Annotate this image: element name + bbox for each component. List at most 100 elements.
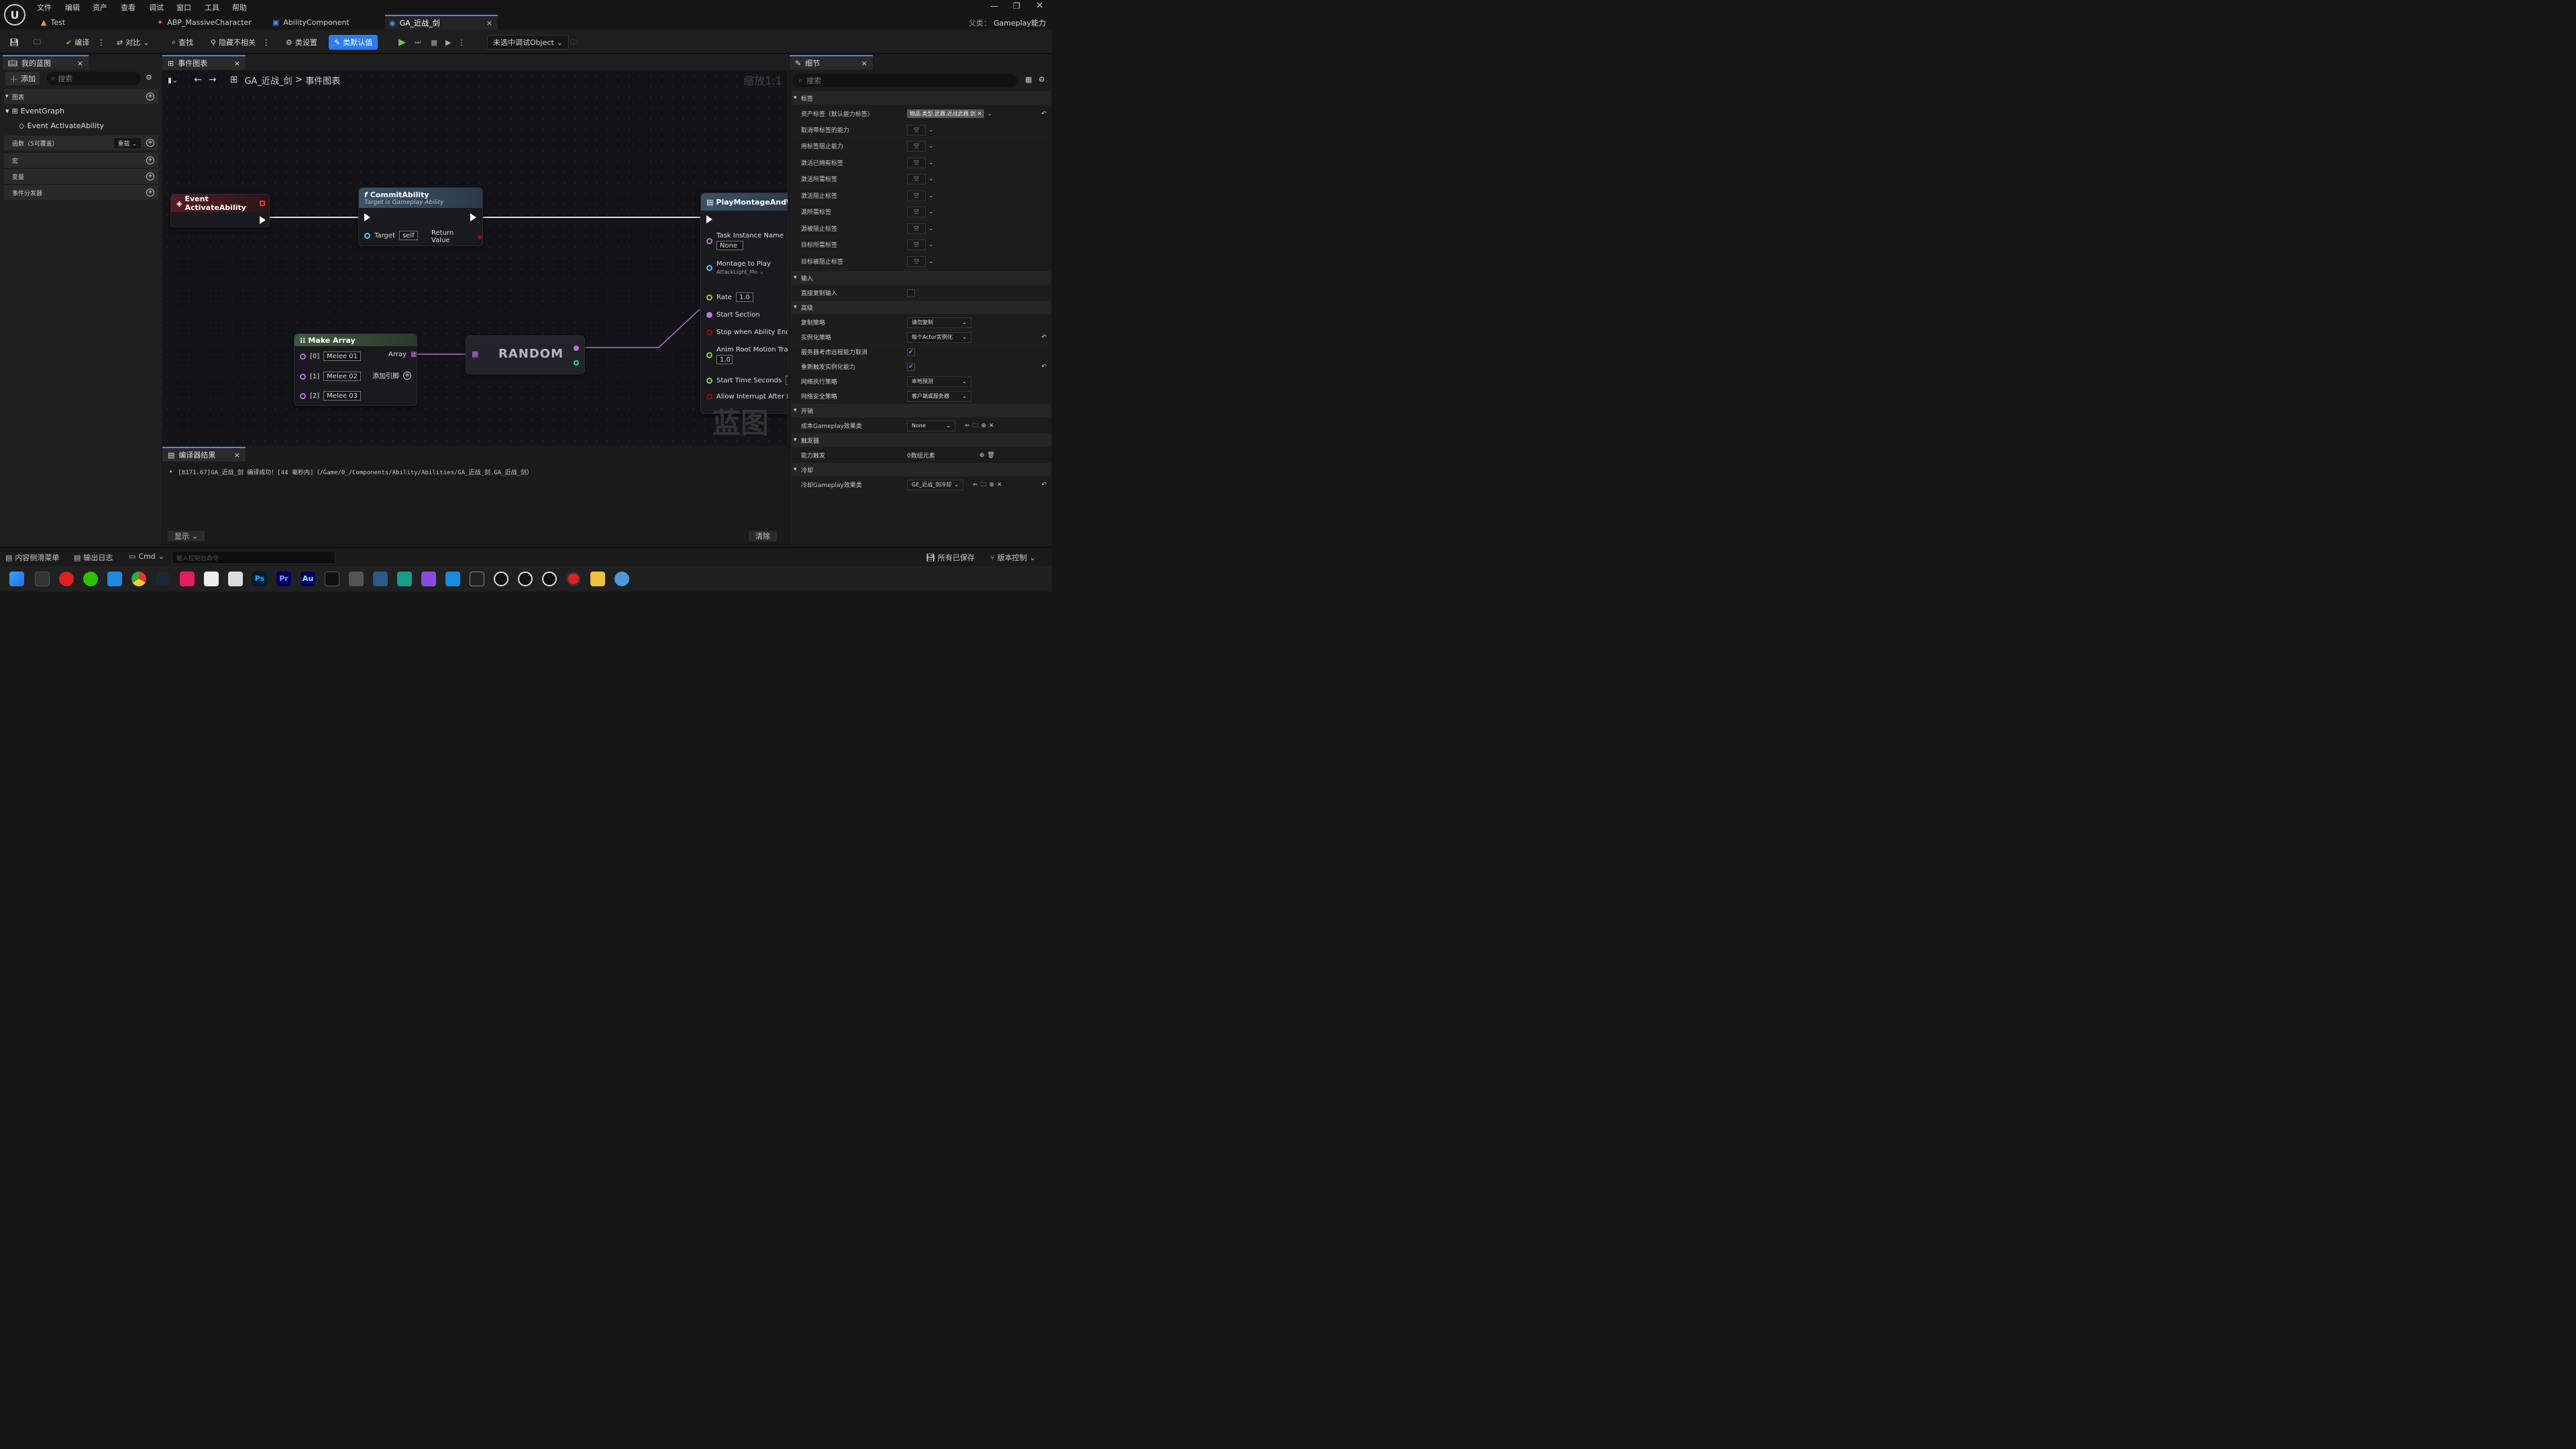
task-name-pin[interactable]: Task Instance Name None bbox=[706, 232, 784, 250]
tree-event-activate[interactable]: ◇ Event ActivateAbility bbox=[19, 121, 104, 130]
menu-window[interactable]: 窗口 bbox=[176, 2, 191, 13]
tree-event-graph[interactable]: ▾ ⊞ EventGraph bbox=[5, 107, 64, 115]
meta-icon[interactable] bbox=[204, 572, 219, 586]
net-exec-select[interactable]: 本地预测 ⌄ bbox=[907, 376, 971, 387]
allow-interrupt-pin[interactable]: Allow Interrupt After Ble bbox=[706, 393, 788, 400]
chevron-down-icon[interactable]: ⌄ bbox=[928, 160, 934, 166]
find-button[interactable]: ⌕ 查找 bbox=[169, 35, 196, 50]
tab-ability-component[interactable]: ▣ AbilityComponent bbox=[268, 15, 354, 30]
output-log-button[interactable]: ▤ 输出日志 bbox=[74, 552, 113, 563]
exec-out-pin[interactable] bbox=[470, 213, 476, 221]
event-activate-node[interactable]: ◈ Event ActivateAbility bbox=[170, 194, 270, 227]
category-triggers[interactable]: ▾ 触发器 bbox=[792, 433, 1051, 447]
add-variable-icon[interactable]: + bbox=[146, 172, 154, 180]
compile-button[interactable]: ✔ 编译 ⋮ bbox=[63, 35, 107, 50]
name-out-pin[interactable] bbox=[574, 345, 579, 351]
category-tags[interactable]: ▾ 标签 bbox=[792, 91, 1051, 105]
visual-studio-icon[interactable] bbox=[421, 572, 436, 586]
all-saved-button[interactable]: 💾︎ 所有已保存 bbox=[926, 552, 975, 563]
array-item-pin[interactable]: [1] Melee 02 bbox=[300, 372, 362, 381]
maximize-button[interactable]: ❐ bbox=[1013, 1, 1020, 11]
file-explorer-icon[interactable] bbox=[590, 572, 605, 586]
app-icon[interactable] bbox=[373, 572, 388, 586]
menu-file[interactable]: 文件 bbox=[37, 2, 52, 13]
capcut-icon[interactable] bbox=[325, 572, 339, 586]
menu-view[interactable]: 查看 bbox=[121, 2, 136, 13]
empty-tag-box[interactable]: 空 bbox=[907, 256, 926, 267]
chevron-down-icon[interactable]: ⌄ bbox=[928, 258, 934, 265]
empty-tag-box[interactable]: 空 bbox=[907, 206, 926, 217]
commit-ability-node[interactable]: f CommitAbility Target is Gameplay Abilit… bbox=[358, 187, 483, 246]
diff-button[interactable]: ⇄ 对比 ⌄ bbox=[114, 35, 152, 50]
empty-tag-box[interactable]: 空 bbox=[907, 124, 926, 136]
premiere-icon[interactable]: Pr bbox=[276, 572, 291, 586]
tab-my-blueprint[interactable]: 📖︎ 我的蓝图 × bbox=[3, 55, 89, 70]
class-defaults-button[interactable]: ✎ 类默认值 bbox=[329, 35, 378, 50]
make-array-node[interactable]: ⁝⁝ Make Array [0] Melee 01 [1] Melee 02 [2]… bbox=[294, 333, 417, 406]
section-variables[interactable]: 变量 + bbox=[4, 169, 158, 184]
direct-input-checkbox[interactable] bbox=[907, 288, 915, 297]
tag-chip[interactable]: 物品.类型.武器.近战武器.剑 ✕ bbox=[907, 109, 985, 118]
chevron-down-icon[interactable]: ⌄ bbox=[928, 241, 934, 248]
section-functions[interactable]: 函数（5可覆盖） 重载 ⌄ + bbox=[4, 136, 158, 150]
reset-arrow-icon[interactable]: ↶ bbox=[1041, 111, 1046, 117]
exec-out-pin[interactable] bbox=[260, 216, 266, 224]
tab-event-graph[interactable]: ⊞ 事件图表 × bbox=[162, 55, 246, 70]
class-settings-button[interactable]: ⚙ 类设置 bbox=[283, 35, 320, 50]
menu-asset[interactable]: 资产 bbox=[93, 2, 107, 13]
int-out-pin[interactable] bbox=[574, 360, 579, 366]
app-icon[interactable] bbox=[397, 572, 412, 586]
browse-button[interactable]: 🗀︎ bbox=[31, 35, 44, 50]
trash-icon[interactable]: 🗑︎ bbox=[987, 452, 995, 459]
remove-tag-icon[interactable]: ✕ bbox=[977, 111, 982, 117]
stop-button[interactable]: ■ bbox=[428, 35, 440, 50]
anim-root-pin[interactable]: Anim Root Motion Trans1.0 bbox=[706, 346, 788, 364]
tab-test[interactable]: ▲ Test bbox=[37, 15, 69, 30]
close-tab-icon[interactable]: × bbox=[234, 59, 240, 68]
add-circle-icon[interactable]: ⊕ bbox=[979, 452, 985, 459]
app-icon[interactable] bbox=[180, 572, 195, 586]
add-circle-icon[interactable]: ⊕ bbox=[989, 482, 995, 488]
add-circle-icon[interactable]: ⊕ bbox=[981, 423, 987, 429]
chrome-icon[interactable] bbox=[131, 572, 146, 586]
montage-pin[interactable]: Montage to Play AttackLight_Mo ⌄ bbox=[706, 260, 771, 275]
browse-icon[interactable]: 🗀︎ bbox=[981, 480, 987, 490]
app-icon[interactable] bbox=[614, 572, 629, 586]
add-graph-icon[interactable]: + bbox=[146, 93, 154, 101]
clear-icon[interactable]: ✕ bbox=[989, 423, 994, 429]
server-respects-checkbox[interactable]: ✔ bbox=[907, 347, 915, 356]
parent-class-link[interactable]: Gameplay能力 bbox=[994, 17, 1046, 28]
wechat-icon[interactable] bbox=[83, 572, 98, 586]
section-dispatchers[interactable]: 事件分发器 + bbox=[4, 185, 158, 200]
add-pin-button[interactable]: 添加引脚 + bbox=[372, 370, 411, 380]
details-search-input[interactable]: ⌕ 搜索 bbox=[793, 74, 1017, 87]
section-macros[interactable]: 宏 + bbox=[4, 153, 158, 168]
chevron-down-icon[interactable]: ⌄ bbox=[928, 225, 934, 232]
debug-object-select[interactable]: 未选中调试Object ⌄ bbox=[487, 35, 570, 50]
override-dropdown[interactable]: 重载 ⌄ bbox=[113, 138, 141, 148]
browse-icon[interactable]: 🗀︎ bbox=[973, 421, 979, 431]
empty-tag-box[interactable]: 空 bbox=[907, 173, 926, 184]
unreal-engine-icon[interactable] bbox=[518, 572, 533, 586]
category-input[interactable]: ▾ 输入 bbox=[792, 271, 1051, 284]
tab-abp-massive[interactable]: ✦ ABP_MassiveCharacter bbox=[153, 15, 256, 30]
empty-tag-box[interactable]: 空 bbox=[907, 190, 926, 201]
tab-ga-melee-sword[interactable]: ◉ GA_近战_剑 × bbox=[385, 15, 498, 30]
pin-value[interactable]: Melee 02 bbox=[323, 372, 362, 381]
add-macro-icon[interactable]: + bbox=[146, 156, 154, 164]
array-out-pin[interactable]: Array ▦ bbox=[388, 351, 417, 358]
pin-value[interactable]: Melee 03 bbox=[323, 391, 362, 400]
source-control-button[interactable]: ⑂ 版本控制 ⌄ bbox=[990, 552, 1036, 563]
category-costs[interactable]: ▾ 开销 bbox=[792, 404, 1051, 417]
clear-icon[interactable]: ✕ bbox=[997, 482, 1002, 488]
pin-value[interactable]: Melee 01 bbox=[323, 352, 362, 361]
close-tab-icon[interactable]: × bbox=[486, 19, 492, 28]
search-input[interactable]: ⌕ 搜索 bbox=[47, 72, 141, 85]
close-window-button[interactable]: × bbox=[1036, 0, 1044, 11]
stop-when-ends-pin[interactable]: Stop when Ability Ends bbox=[706, 329, 788, 336]
menu-debug[interactable]: 调试 bbox=[149, 2, 164, 13]
record-icon[interactable] bbox=[566, 572, 581, 586]
play-button[interactable]: ▶ bbox=[396, 35, 409, 50]
feishu-icon[interactable] bbox=[107, 572, 122, 586]
close-tab-icon[interactable]: × bbox=[861, 59, 867, 68]
